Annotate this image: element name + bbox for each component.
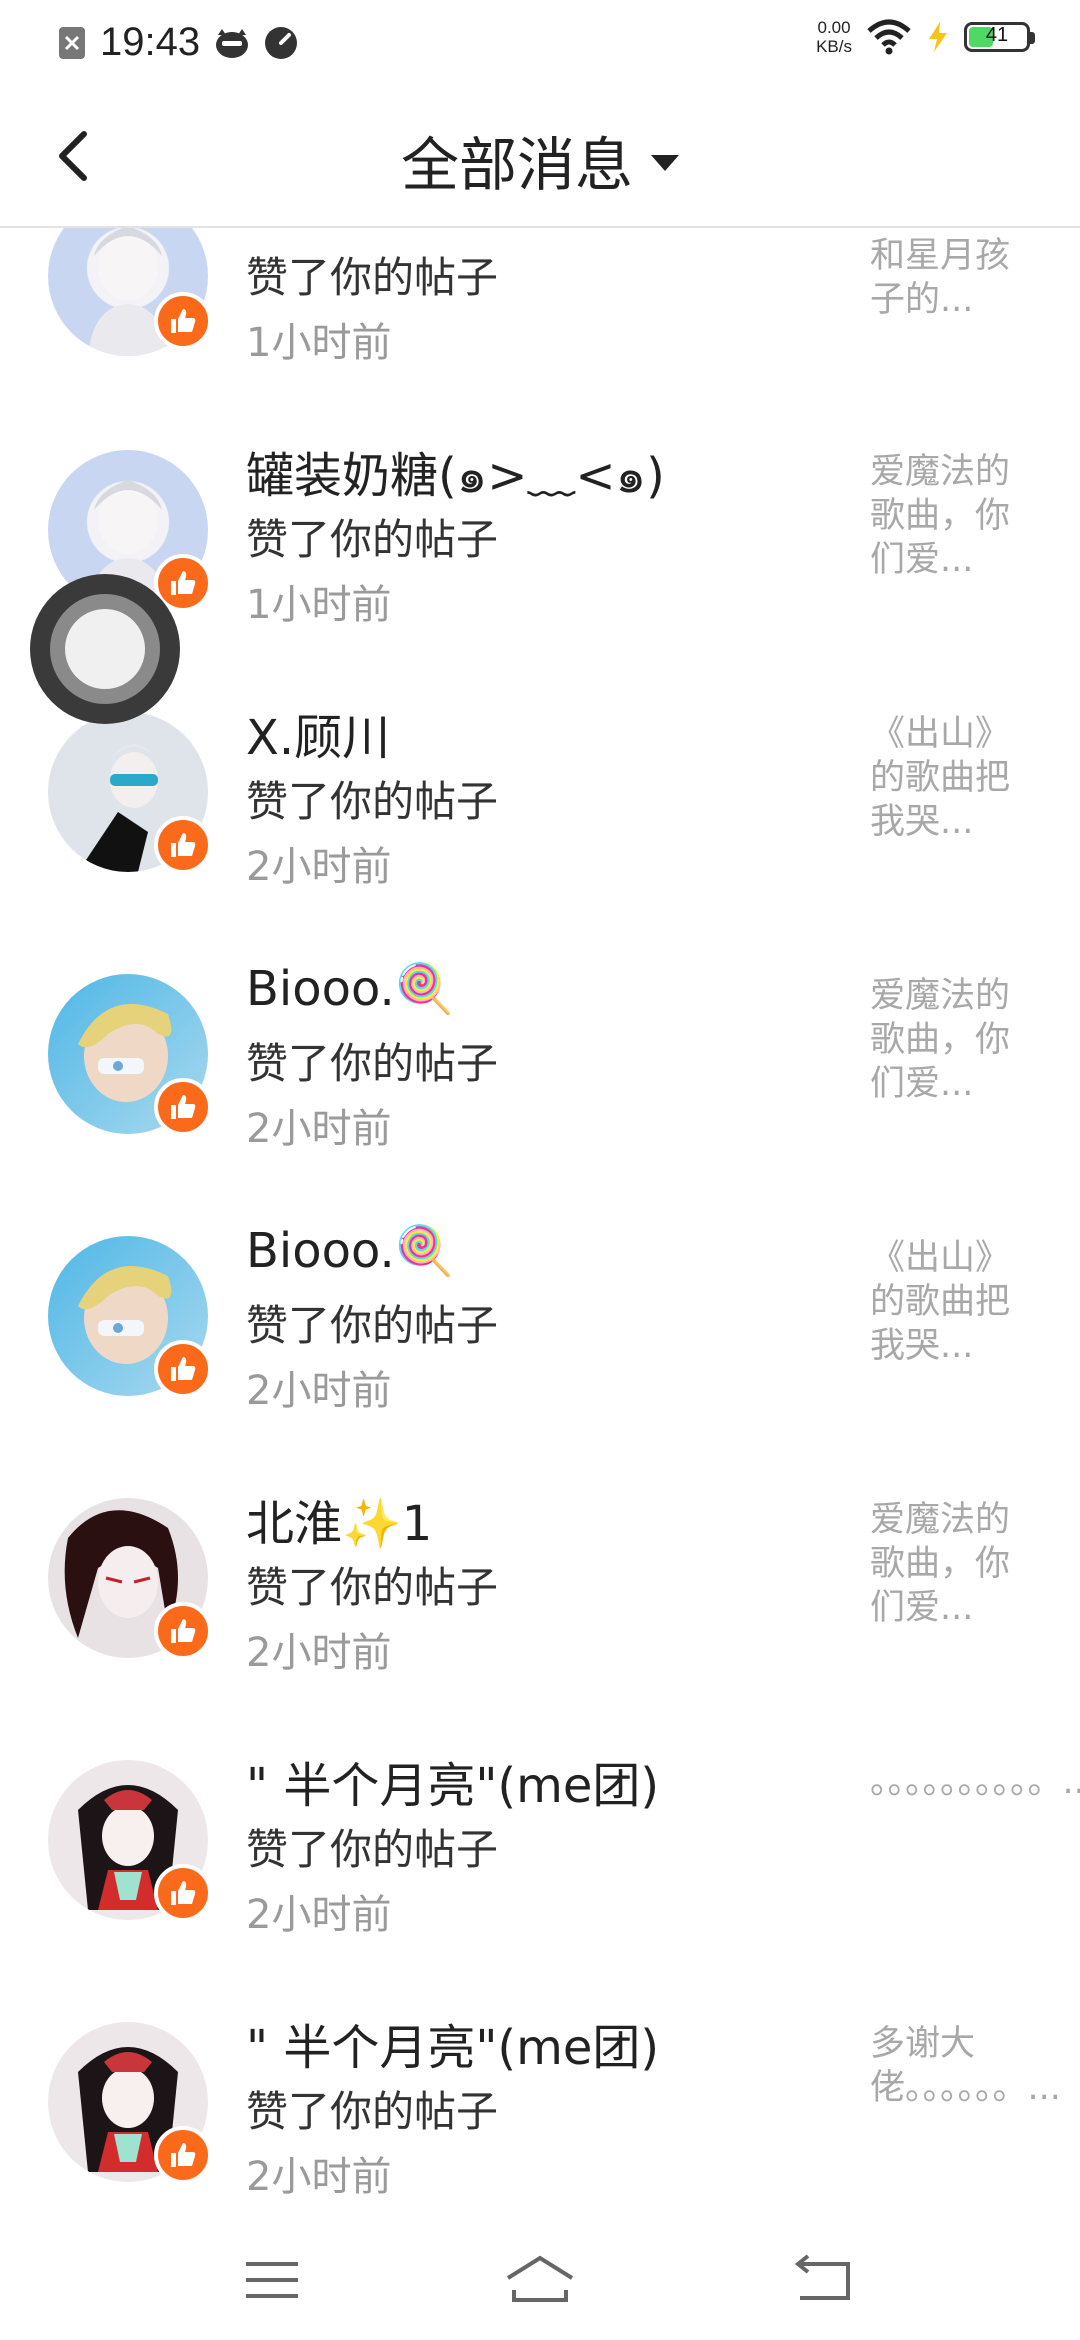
sender-name[interactable]: " 半个月亮"(me团): [246, 2008, 659, 2078]
post-preview[interactable]: 多谢大佬。。。。。。...: [870, 2022, 1061, 2110]
message-action: 赞了你的帖子: [246, 2087, 499, 2136]
thumbs-up-icon: [171, 1881, 196, 1905]
like-badge: [154, 292, 212, 350]
thumbs-up-icon: [171, 309, 196, 333]
message-action: 赞了你的帖子: [246, 253, 499, 302]
message-time: 1小时前: [246, 582, 392, 628]
post-preview[interactable]: 爱魔法的歌曲，你们爱...: [870, 450, 1030, 582]
list-item[interactable]: Biooo.🍭 赞了你的帖子 2小时前 《出山》的歌曲把我哭...: [0, 1200, 1080, 1462]
post-preview[interactable]: 爱魔法的歌曲，你们爱...: [870, 1498, 1030, 1630]
back-icon: [794, 2254, 850, 2300]
like-badge: [154, 2126, 212, 2184]
nav-back-button[interactable]: [782, 2250, 862, 2310]
list-item[interactable]: Biooo.🍭 赞了你的帖子 2小时前 爱魔法的歌曲，你们爱...: [0, 938, 1080, 1200]
message-action: 赞了你的帖子: [246, 1563, 499, 1612]
message-time: 2小时前: [246, 1630, 392, 1676]
sender-name[interactable]: 罐装奶糖(๑>﹏<๑): [246, 436, 665, 514]
thumbs-up-icon: [171, 1095, 196, 1119]
message-time: 2小时前: [246, 1106, 392, 1152]
nav-home-button[interactable]: [500, 2250, 580, 2310]
post-preview[interactable]: 。。。。。。。。。。...: [870, 1760, 1080, 1804]
message-time: 2小时前: [246, 1368, 392, 1414]
assistive-touch-core: [65, 609, 145, 689]
title-bar: 全部消息: [0, 84, 1080, 228]
sender-name[interactable]: Biooo.🍭: [246, 1222, 455, 1279]
caret-down-icon: [651, 155, 679, 171]
post-preview[interactable]: 《出山》的歌曲把我哭...: [870, 1236, 1030, 1368]
sender-name[interactable]: Biooo.🍭: [246, 960, 455, 1017]
assistive-touch-ring: [50, 594, 160, 704]
message-action: 赞了你的帖子: [246, 1301, 499, 1350]
thumbs-up-icon: [171, 833, 196, 857]
message-time: 2小时前: [246, 1892, 392, 1938]
thumbs-up-icon: [171, 1357, 196, 1381]
system-nav-bar: [0, 2220, 1080, 2340]
message-time: 2小时前: [246, 844, 392, 890]
message-time: 2小时前: [246, 2154, 392, 2200]
home-icon: [506, 2255, 574, 2302]
list-item[interactable]: X.顾川 赞了你的帖子 2小时前 《出山》的歌曲把我哭...: [0, 676, 1080, 938]
message-list: 赞了你的帖子 1小时前 和星月孩子的... 罐装奶糖(๑>﹏<๑) 赞了你的帖子…: [0, 0, 1080, 2340]
thumbs-up-icon: [171, 1619, 196, 1643]
message-filter-dropdown[interactable]: 全部消息: [0, 118, 1080, 202]
nav-menu-button[interactable]: [232, 2250, 312, 2310]
post-preview[interactable]: 和星月孩子的...: [870, 234, 1030, 322]
like-badge: [154, 1078, 212, 1136]
sender-name[interactable]: X.顾川: [246, 698, 390, 768]
like-badge: [154, 1340, 212, 1398]
sender-name[interactable]: 北淮✨1: [246, 1484, 432, 1554]
list-item[interactable]: " 半个月亮"(me团) 赞了你的帖子 2小时前 多谢大佬。。。。。。...: [0, 1986, 1080, 2248]
thumbs-up-icon: [171, 2143, 196, 2167]
post-preview[interactable]: 《出山》的歌曲把我哭...: [870, 712, 1030, 844]
post-preview[interactable]: 爱魔法的歌曲，你们爱...: [870, 974, 1030, 1106]
thumbs-up-icon: [171, 571, 196, 595]
sender-name[interactable]: " 半个月亮"(me团): [246, 1746, 659, 1816]
message-action: 赞了你的帖子: [246, 515, 499, 564]
message-action: 赞了你的帖子: [246, 1039, 499, 1088]
list-item[interactable]: " 半个月亮"(me团) 赞了你的帖子 2小时前 。。。。。。。。。。...: [0, 1724, 1080, 1986]
message-action: 赞了你的帖子: [246, 777, 499, 826]
menu-icon: [246, 2262, 298, 2298]
like-badge: [154, 1864, 212, 1922]
message-time: 1小时前: [246, 320, 392, 366]
list-item[interactable]: 北淮✨1 赞了你的帖子 2小时前 爱魔法的歌曲，你们爱...: [0, 1462, 1080, 1724]
page-title: 全部消息: [400, 131, 633, 199]
like-badge: [154, 816, 212, 874]
like-badge: [154, 1602, 212, 1660]
assistive-touch-button[interactable]: [30, 574, 180, 724]
message-action: 赞了你的帖子: [246, 1825, 499, 1874]
